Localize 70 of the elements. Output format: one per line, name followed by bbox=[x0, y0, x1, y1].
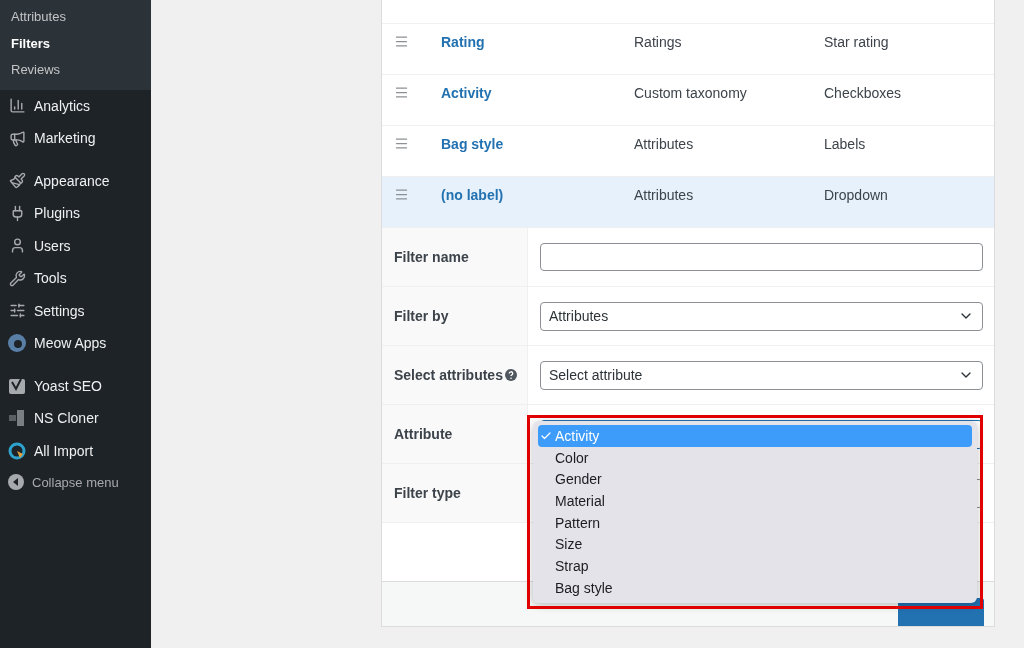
brush-icon bbox=[8, 171, 26, 190]
table-cell: Checkboxes bbox=[824, 85, 902, 101]
menu-label: Marketing bbox=[34, 130, 96, 147]
yoast-logo-icon bbox=[8, 376, 26, 395]
bar-chart-icon bbox=[8, 96, 26, 115]
submenu-item[interactable]: Filters bbox=[0, 30, 151, 57]
filter-name-link[interactable]: Rating bbox=[441, 34, 485, 50]
megaphone-icon bbox=[8, 129, 26, 148]
menu-item[interactable]: Settings bbox=[0, 294, 151, 327]
help-icon[interactable] bbox=[504, 369, 517, 381]
menu-label: Yoast SEO bbox=[34, 377, 102, 394]
filter-name-link[interactable]: (no label) bbox=[441, 187, 504, 203]
submenu-item[interactable]: Reviews bbox=[0, 57, 151, 84]
dropdown-option[interactable]: Gender bbox=[538, 468, 972, 491]
wrench-icon bbox=[8, 269, 26, 288]
select-field[interactable]: Attributes bbox=[540, 301, 983, 331]
table-cell: Custom taxonomy bbox=[634, 85, 747, 101]
table-cell: Ratings bbox=[634, 34, 682, 50]
field-label: Filter by bbox=[394, 308, 449, 324]
menu-label: Tools bbox=[34, 270, 67, 287]
cloner-logo-icon bbox=[8, 409, 26, 428]
check-icon bbox=[540, 430, 552, 442]
menu-item[interactable]: Tools bbox=[0, 262, 151, 295]
menu-item[interactable]: Users bbox=[0, 229, 151, 262]
menu-label: Meow Apps bbox=[34, 335, 107, 352]
meow-logo-icon bbox=[8, 334, 26, 353]
menu-label: NS Cloner bbox=[34, 410, 99, 427]
dropdown-option[interactable]: Size bbox=[538, 533, 972, 556]
table-cell: Star rating bbox=[824, 34, 889, 50]
drag-handle-icon[interactable] bbox=[394, 34, 409, 49]
menu-item[interactable]: Appearance bbox=[0, 164, 151, 197]
menu-item[interactable]: Yoast SEO bbox=[0, 369, 151, 402]
drag-handle-icon[interactable] bbox=[394, 136, 409, 151]
filter-name-link[interactable]: Bag style bbox=[441, 136, 504, 152]
filter-name-link[interactable]: Activity bbox=[441, 85, 492, 101]
menu-item[interactable]: NS Cloner bbox=[0, 402, 151, 435]
dropdown-option[interactable]: Bag style bbox=[538, 576, 972, 599]
table-cell: Dropdown bbox=[824, 187, 888, 203]
import-logo-icon bbox=[8, 441, 26, 460]
menu-label: All Import bbox=[34, 442, 94, 459]
collapse-menu-button[interactable]: Collapse menu bbox=[0, 467, 151, 497]
drag-handle-icon[interactable] bbox=[394, 187, 409, 202]
table-cell: Attributes bbox=[634, 136, 694, 152]
menu-item[interactable]: Plugins bbox=[0, 197, 151, 230]
text-field[interactable] bbox=[540, 243, 983, 271]
menu-item[interactable]: All Import bbox=[0, 434, 151, 467]
dropdown-option[interactable]: Strap bbox=[538, 555, 972, 577]
menu-label: Appearance bbox=[34, 172, 110, 189]
menu-label: Analytics bbox=[34, 97, 91, 114]
dropdown-option[interactable]: Pattern bbox=[538, 511, 972, 534]
select-field[interactable]: Select attribute bbox=[540, 360, 983, 390]
sliders-icon bbox=[8, 301, 26, 320]
table-cell: Attributes bbox=[634, 187, 694, 203]
dropdown-option[interactable]: Color bbox=[538, 446, 972, 469]
field-label: Filter name bbox=[394, 249, 469, 265]
filter-row[interactable]: (no label) Attributes Dropdown bbox=[382, 177, 994, 228]
collapse-icon bbox=[8, 474, 24, 490]
menu-item[interactable]: Analytics bbox=[0, 89, 151, 122]
drag-handle-icon[interactable] bbox=[394, 85, 409, 100]
menu-label: Users bbox=[34, 237, 71, 254]
table-cell: Labels bbox=[824, 136, 866, 152]
menu-label: Settings bbox=[34, 302, 85, 319]
menu-item[interactable]: Meow Apps bbox=[0, 327, 151, 360]
field-label: Filter type bbox=[394, 485, 461, 501]
submenu-item[interactable]: Attributes bbox=[0, 4, 151, 31]
menu-item[interactable]: Marketing bbox=[0, 122, 151, 155]
dropdown-option[interactable]: Material bbox=[538, 490, 972, 512]
field-label: Select attributes bbox=[394, 367, 503, 383]
menu-label: Plugins bbox=[34, 205, 80, 222]
field-label: Attribute bbox=[394, 426, 453, 442]
